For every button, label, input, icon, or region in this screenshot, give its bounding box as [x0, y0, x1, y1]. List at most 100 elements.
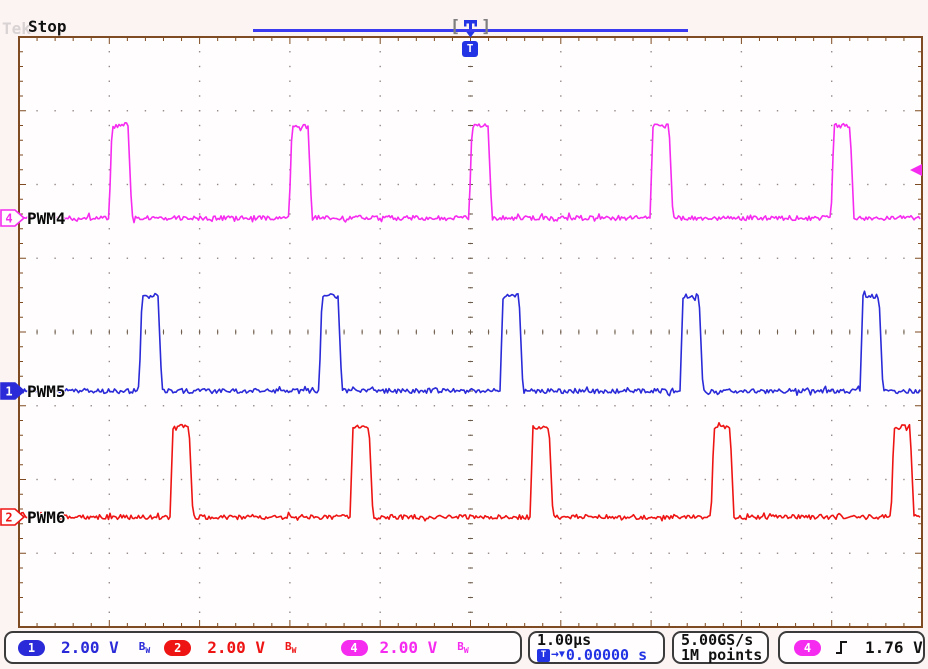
grid-dot	[560, 154, 561, 155]
acquisition-readout[interactable]: 5.00GS/s 1M points	[672, 631, 769, 664]
channel-readout-bar[interactable]: 1 2.00 V BW 2 2.00 V BW 4 2.00 V BW	[4, 631, 522, 664]
grid-dot	[380, 228, 381, 229]
grid-dot	[560, 81, 561, 82]
grid-dot	[650, 361, 651, 362]
grid-dot	[398, 258, 399, 259]
grid-dot	[831, 140, 832, 141]
grid-dot	[127, 405, 128, 406]
grid-dot	[596, 110, 597, 111]
timebase-readout[interactable]: 1.00µs T→▼0.00000 s	[528, 631, 665, 664]
grid-dot	[831, 567, 832, 568]
grid-dot	[831, 95, 832, 96]
grid-dot	[380, 81, 381, 82]
channel-4-badge[interactable]: 4	[341, 640, 368, 656]
grid-dot	[380, 243, 381, 244]
grid-dot	[145, 553, 146, 554]
grid-dot	[542, 479, 543, 480]
grid-dot	[380, 169, 381, 170]
grid-dot	[560, 479, 561, 480]
grid-dot	[578, 184, 579, 185]
grid-dot	[271, 258, 272, 259]
grid-dot	[289, 464, 290, 465]
grid-dot	[127, 184, 128, 185]
grid-dot	[687, 184, 688, 185]
grid-dot	[109, 479, 110, 480]
grid-dot	[831, 405, 832, 406]
grid-dot	[434, 258, 435, 259]
grid-dot	[380, 317, 381, 318]
grid-dot	[289, 66, 290, 67]
grid-dot	[91, 479, 92, 480]
grid-dot	[849, 184, 850, 185]
grid-dot	[650, 110, 651, 111]
grid-dot	[650, 376, 651, 377]
grid-dot	[687, 553, 688, 554]
grid-dot	[705, 553, 706, 554]
grid-dot	[560, 184, 561, 185]
grid-dot	[524, 184, 525, 185]
grid-dot	[361, 110, 362, 111]
grid-dot	[163, 258, 164, 259]
grid-dot	[109, 317, 110, 318]
grid-dot	[777, 258, 778, 259]
grid-dot	[506, 479, 507, 480]
grid-dot	[650, 302, 651, 303]
grid-dot	[109, 405, 110, 406]
grid-dot	[307, 110, 308, 111]
channel-1-badge[interactable]: 1	[18, 640, 45, 656]
grid-dot	[741, 405, 742, 406]
grid-dot	[289, 567, 290, 568]
grid-dot	[199, 405, 200, 406]
grid-dot	[199, 597, 200, 598]
grid-dot	[831, 582, 832, 583]
grid-dot	[452, 184, 453, 185]
grid-dot	[560, 169, 561, 170]
grid-dot	[199, 66, 200, 67]
grid-dot	[109, 272, 110, 273]
grid-dot	[380, 523, 381, 524]
grid-dot	[289, 346, 290, 347]
grid-dot	[560, 51, 561, 52]
grid-dot	[54, 479, 55, 480]
grid-dot	[217, 110, 218, 111]
grid-dot	[741, 81, 742, 82]
grid-dot	[109, 523, 110, 524]
grid-dot	[199, 612, 200, 613]
grid-dot	[289, 449, 290, 450]
grid-dot	[452, 110, 453, 111]
grid-dot	[831, 125, 832, 126]
grid-dot	[560, 66, 561, 67]
grid-dot	[506, 405, 507, 406]
grid-dot	[741, 302, 742, 303]
trigger-readout[interactable]: 4 1.76 V	[778, 631, 925, 664]
grid-dot	[253, 405, 254, 406]
grid-dot	[741, 582, 742, 583]
grid-dot	[795, 553, 796, 554]
grid-dot	[380, 95, 381, 96]
grid-dot	[542, 405, 543, 406]
grid-dot	[831, 243, 832, 244]
grid-dot	[199, 317, 200, 318]
grid-dot	[217, 258, 218, 259]
grid-dot	[723, 405, 724, 406]
grid-dot	[813, 405, 814, 406]
grid-dot	[452, 258, 453, 259]
grid-dot	[650, 582, 651, 583]
grid-dot	[181, 479, 182, 480]
grid-dot	[289, 420, 290, 421]
grid-dot	[271, 405, 272, 406]
grid-dot	[687, 405, 688, 406]
grid-dot	[325, 110, 326, 111]
grid-dot	[181, 405, 182, 406]
grid-dot	[596, 479, 597, 480]
grid-dot	[488, 258, 489, 259]
grid-dot	[741, 95, 742, 96]
grid-dot	[199, 258, 200, 259]
grid-dot	[343, 110, 344, 111]
grid-dot	[289, 405, 290, 406]
channel-2-badge[interactable]: 2	[164, 640, 191, 656]
channel-2-bandwidth-icon: BW	[285, 640, 296, 655]
grid-dot	[109, 538, 110, 539]
trace-label-pwm5: PWM5	[27, 382, 66, 401]
grid-dot	[831, 479, 832, 480]
